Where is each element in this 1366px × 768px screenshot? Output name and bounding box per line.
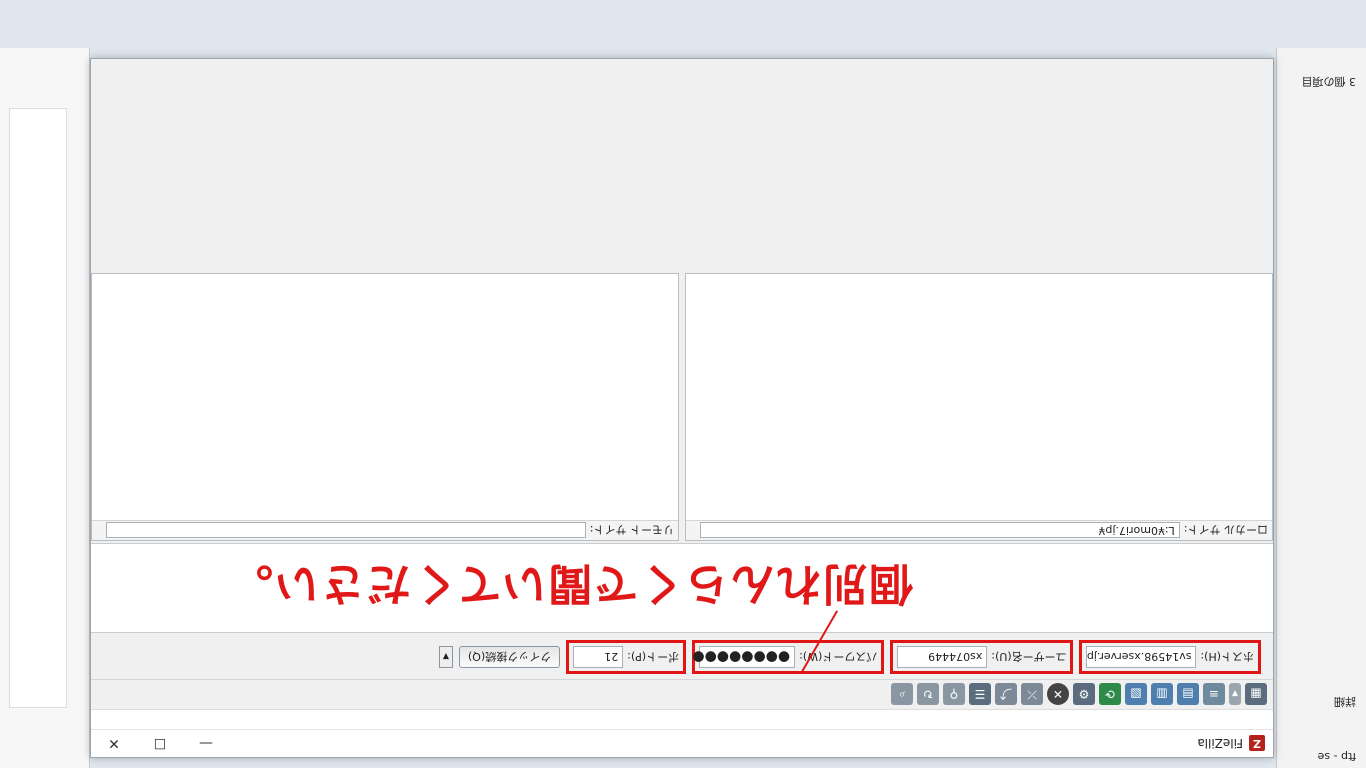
filezilla-window: Z FileZilla — ☐ ✕ ▦ ▾ ≡ ▤ ▥ ▧ ⟳ ⚙ ✕ ⤫ ⤴ … xyxy=(90,58,1274,758)
reconnect-icon[interactable]: ⤴ xyxy=(995,683,1017,706)
maximize-button[interactable]: ☐ xyxy=(137,729,183,757)
toolbar: ▦ ▾ ≡ ▤ ▥ ▧ ⟳ ⚙ ✕ ⤫ ⤴ ☰ ⚲ ↻ ⌕ xyxy=(91,679,1273,709)
local-pane: ローカル サイト: L:¥0mori7.jp¥ xyxy=(685,273,1273,541)
process-queue-icon[interactable]: ⚙ xyxy=(1073,683,1095,706)
quickconnect-dropdown-icon[interactable]: ▼ xyxy=(438,646,453,668)
minimize-button[interactable]: — xyxy=(183,729,229,757)
sync-browse-icon[interactable]: ↻ xyxy=(917,683,939,706)
remote-site-header: リモート サイト: xyxy=(92,520,678,540)
user-field-group: ユーザー名(U): xs074449 xyxy=(890,640,1074,674)
filter-icon[interactable]: ⚲ xyxy=(943,683,965,706)
password-input[interactable]: ●●●●●●●● xyxy=(692,646,796,668)
search-files-icon[interactable]: ⌕ xyxy=(891,683,913,706)
local-site-header: ローカル サイト: L:¥0mori7.jp¥ xyxy=(686,520,1272,540)
site-manager-icon[interactable]: ▦ xyxy=(1245,683,1267,706)
explorer-window: ftp - se 詳細 3 個の項目 xyxy=(1276,48,1366,768)
screen: ftp - se 詳細 3 個の項目 Z FileZilla — ☐ ✕ ▦ ▾… xyxy=(0,0,1366,768)
window-title: FileZilla xyxy=(1197,736,1243,751)
background-window xyxy=(0,48,90,768)
local-tree-icon[interactable]: ▤ xyxy=(1177,683,1199,706)
explorer-title: ftp - se xyxy=(1317,750,1356,763)
host-input[interactable]: sv14598.xserver.jp xyxy=(1086,646,1197,668)
directory-listing-icon[interactable]: ☰ xyxy=(969,683,991,706)
title-bar: Z FileZilla — ☐ ✕ xyxy=(91,729,1273,757)
remote-path-input[interactable] xyxy=(105,522,586,539)
host-field-group: ホスト(H): sv14598.xserver.jp xyxy=(1079,640,1261,674)
annotation-text: 個別れんらくで聞いてください。 xyxy=(226,558,913,609)
queue-icon[interactable]: ▧ xyxy=(1125,683,1147,706)
close-button[interactable]: ✕ xyxy=(91,729,137,757)
menu-bar xyxy=(91,709,1273,729)
disconnect-icon[interactable]: ⤫ xyxy=(1021,683,1043,706)
filezilla-logo-icon: Z xyxy=(1249,735,1265,752)
remote-pane: リモート サイト: xyxy=(91,273,679,541)
message-log: 個別れんらくで聞いてください。 xyxy=(91,543,1273,672)
dropdown-icon[interactable]: ▾ xyxy=(1229,683,1241,706)
local-path-input[interactable]: L:¥0mori7.jp¥ xyxy=(699,522,1180,539)
remote-tree-icon[interactable]: ▥ xyxy=(1151,683,1173,706)
port-input[interactable]: 21 xyxy=(573,646,624,668)
quickconnect-button[interactable]: クイック接続(Q) xyxy=(458,646,561,668)
background-window-content xyxy=(9,108,67,708)
explorer-detail-label: 詳細 xyxy=(1334,695,1356,709)
password-field-group: パスワード(W): ●●●●●●●● xyxy=(692,640,885,674)
port-field-group: ポート(P): 21 xyxy=(566,640,687,674)
explorer-count: 3 個の項目 xyxy=(1301,75,1357,89)
refresh-icon[interactable]: ⟳ xyxy=(1099,683,1121,706)
quickconnect-bar: ホスト(H): sv14598.xserver.jp ユーザー名(U): xs0… xyxy=(91,637,1273,677)
username-input[interactable]: xs074449 xyxy=(897,646,988,668)
cancel-icon[interactable]: ✕ xyxy=(1047,683,1069,706)
message-log-icon[interactable]: ≡ xyxy=(1203,683,1225,706)
